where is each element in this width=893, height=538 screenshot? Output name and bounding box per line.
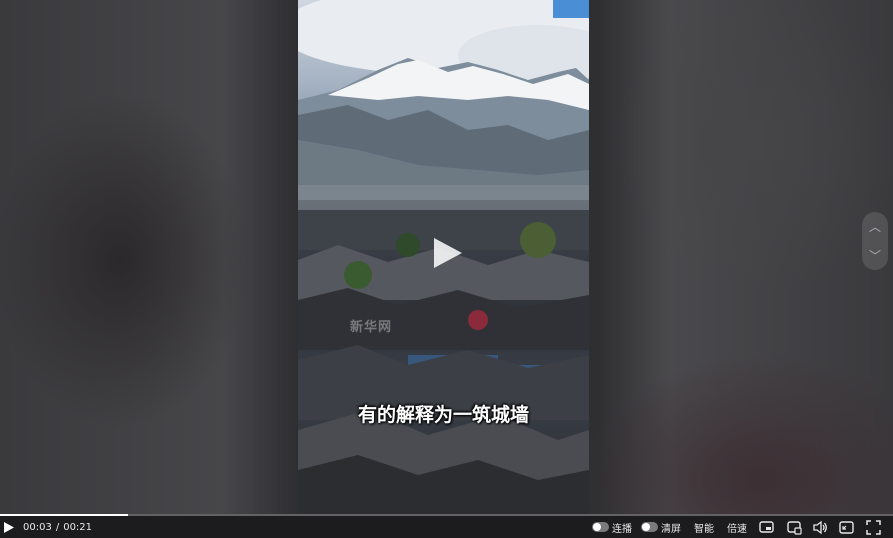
clear-screen-toggle[interactable]: 清屏: [641, 516, 681, 538]
fullscreen-icon: [866, 519, 881, 535]
web-fullscreen-button[interactable]: [839, 516, 854, 538]
autoplay-toggle[interactable]: 连播: [592, 516, 632, 538]
toggle-switch: [641, 522, 658, 532]
mini-window-button[interactable]: [787, 516, 802, 538]
video-nav-pill: ︿ ﹀: [862, 212, 888, 270]
picture-in-picture-icon: [759, 520, 774, 533]
video-subtitle: 有的解释为一筑城墙: [357, 404, 529, 426]
mini-window-icon: [787, 520, 802, 535]
autoplay-label: 连播: [612, 523, 632, 535]
speed-label: 倍速: [727, 523, 747, 535]
play-icon: [4, 521, 14, 533]
play-icon[interactable]: [430, 236, 464, 270]
volume-button[interactable]: [813, 516, 828, 538]
chevron-up-icon[interactable]: ︿: [869, 221, 881, 233]
speed-button[interactable]: 倍速: [727, 516, 747, 538]
pip-button[interactable]: [759, 516, 774, 538]
duration: 00:21: [63, 521, 93, 533]
toggle-switch: [592, 522, 609, 532]
smart-button[interactable]: 智能: [694, 516, 714, 538]
current-time: 00:03: [23, 521, 52, 533]
fullscreen-button[interactable]: [866, 516, 881, 538]
control-bar: 00:03 / 00:21 连播 清屏 智能 倍速: [0, 516, 893, 538]
smart-label: 智能: [694, 523, 714, 535]
clear-screen-label: 清屏: [661, 523, 681, 535]
chevron-down-icon[interactable]: ﹀: [869, 250, 881, 262]
volume-icon: [813, 520, 827, 534]
time-separator: /: [55, 521, 60, 533]
time-display: 00:03 / 00:21: [23, 516, 92, 538]
watermark: 新华网: [350, 320, 393, 335]
play-button[interactable]: [2, 516, 15, 538]
web-fullscreen-icon: [839, 520, 854, 534]
